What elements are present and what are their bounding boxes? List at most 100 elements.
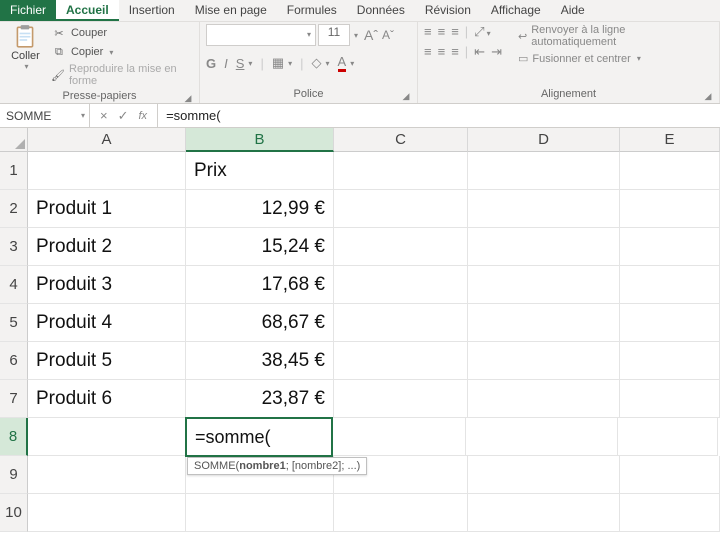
tab-view[interactable]: Affichage	[481, 0, 551, 21]
cell-E7[interactable]	[620, 380, 720, 418]
tab-data[interactable]: Données	[347, 0, 415, 21]
col-header-B[interactable]: B	[186, 128, 334, 152]
cell-C6[interactable]	[334, 342, 468, 380]
font-color-button[interactable]: A▾	[338, 54, 355, 72]
dialog-launcher-icon[interactable]: ◢	[401, 91, 411, 101]
cell-A7[interactable]: Produit 6	[28, 380, 186, 418]
align-top-icon[interactable]: ≡	[424, 24, 432, 40]
cell-A2[interactable]: Produit 1	[28, 190, 186, 228]
cell-A1[interactable]	[28, 152, 186, 190]
cell-E2[interactable]	[620, 190, 720, 228]
chevron-down-icon[interactable]: ▾	[354, 31, 358, 40]
formula-input[interactable]: =somme(	[158, 108, 720, 123]
cell-D9[interactable]	[468, 456, 620, 494]
cell-D7[interactable]	[468, 380, 620, 418]
cell-E8[interactable]	[618, 418, 718, 456]
align-left-icon[interactable]: ≡	[424, 44, 432, 60]
cell-D10[interactable]	[468, 494, 620, 532]
cell-A5[interactable]: Produit 4	[28, 304, 186, 342]
cell-C4[interactable]	[334, 266, 468, 304]
cell-B4[interactable]: 17,68 €	[186, 266, 334, 304]
col-header-C[interactable]: C	[334, 128, 468, 152]
cell-B6[interactable]: 38,45 €	[186, 342, 334, 380]
font-size-combo[interactable]: 11	[318, 24, 350, 46]
cell-D1[interactable]	[468, 152, 620, 190]
borders-button[interactable]: ▦▾	[272, 55, 292, 71]
indent-increase-icon[interactable]: ⇥	[491, 44, 502, 60]
align-bottom-icon[interactable]: ≡	[451, 24, 459, 40]
cell-A4[interactable]: Produit 3	[28, 266, 186, 304]
cell-C2[interactable]	[334, 190, 468, 228]
col-header-A[interactable]: A	[28, 128, 186, 152]
align-middle-icon[interactable]: ≡	[438, 24, 446, 40]
cell-B10[interactable]	[186, 494, 334, 532]
italic-button[interactable]: I	[224, 56, 228, 71]
cell-A3[interactable]: Produit 2	[28, 228, 186, 266]
cell-A8[interactable]	[28, 418, 186, 456]
cell-B7[interactable]: 23,87 €	[186, 380, 334, 418]
cell-C3[interactable]	[334, 228, 468, 266]
tab-insert[interactable]: Insertion	[119, 0, 185, 21]
row-header-7[interactable]: 7	[0, 380, 28, 418]
row-header-10[interactable]: 10	[0, 494, 28, 532]
row-header-4[interactable]: 4	[0, 266, 28, 304]
cell-A6[interactable]: Produit 5	[28, 342, 186, 380]
cell-D6[interactable]	[468, 342, 620, 380]
tab-help[interactable]: Aide	[551, 0, 595, 21]
cell-C1[interactable]	[334, 152, 468, 190]
fill-color-button[interactable]: ◇▾	[312, 55, 330, 71]
cell-E10[interactable]	[620, 494, 720, 532]
merge-center-button[interactable]: ▭ Fusionner et centrer ▾	[518, 52, 713, 65]
enter-formula-button[interactable]: ✓	[118, 108, 129, 124]
row-header-5[interactable]: 5	[0, 304, 28, 342]
cell-C10[interactable]	[334, 494, 468, 532]
row-header-3[interactable]: 3	[0, 228, 28, 266]
cell-A10[interactable]	[28, 494, 186, 532]
dialog-launcher-icon[interactable]: ◢	[183, 93, 193, 103]
bold-button[interactable]: G	[206, 56, 216, 71]
format-painter-button[interactable]: 🖌 Reproduire la mise en forme	[49, 62, 193, 88]
indent-decrease-icon[interactable]: ⇤	[474, 44, 485, 60]
cell-D8[interactable]	[466, 418, 618, 456]
tab-file[interactable]: Fichier	[0, 0, 56, 21]
cell-B2[interactable]: 12,99 €	[186, 190, 334, 228]
cell-B5[interactable]: 68,67 €	[186, 304, 334, 342]
align-center-icon[interactable]: ≡	[438, 44, 446, 60]
paste-button[interactable]: Coller ▾	[6, 24, 45, 71]
cell-D3[interactable]	[468, 228, 620, 266]
cell-D2[interactable]	[468, 190, 620, 228]
cancel-formula-button[interactable]: ×	[100, 108, 108, 123]
cell-D5[interactable]	[468, 304, 620, 342]
shrink-font-icon[interactable]: Aˇ	[382, 28, 394, 42]
cell-A9[interactable]	[28, 456, 186, 494]
row-header-8[interactable]: 8	[0, 418, 28, 456]
col-header-D[interactable]: D	[468, 128, 620, 152]
cut-button[interactable]: ✂ Couper	[49, 24, 193, 42]
cell-B8[interactable]: =somme( SOMME(nombre1; [nombre2]; ...)	[185, 417, 333, 457]
cell-B1[interactable]: Prix	[186, 152, 334, 190]
tab-layout[interactable]: Mise en page	[185, 0, 277, 21]
wrap-text-button[interactable]: ↩ Renvoyer à la ligne automatiquement	[518, 24, 713, 48]
grow-font-icon[interactable]: Aˆ	[364, 27, 378, 43]
cell-D4[interactable]	[468, 266, 620, 304]
dialog-launcher-icon[interactable]: ◢	[703, 91, 713, 101]
cell-C5[interactable]	[334, 304, 468, 342]
cell-E6[interactable]	[620, 342, 720, 380]
cell-E1[interactable]	[620, 152, 720, 190]
tab-review[interactable]: Révision	[415, 0, 481, 21]
cell-E3[interactable]	[620, 228, 720, 266]
row-header-1[interactable]: 1	[0, 152, 28, 190]
cell-E9[interactable]	[620, 456, 720, 494]
row-header-2[interactable]: 2	[0, 190, 28, 228]
col-header-E[interactable]: E	[620, 128, 720, 152]
row-header-6[interactable]: 6	[0, 342, 28, 380]
cell-C8[interactable]	[332, 418, 466, 456]
tab-formulas[interactable]: Formules	[277, 0, 347, 21]
row-header-9[interactable]: 9	[0, 456, 28, 494]
orientation-button[interactable]: ⤢▾	[474, 24, 490, 40]
cell-C7[interactable]	[334, 380, 468, 418]
cell-E5[interactable]	[620, 304, 720, 342]
align-right-icon[interactable]: ≡	[451, 44, 459, 60]
name-box[interactable]: SOMME ▾	[0, 104, 90, 127]
cell-B3[interactable]: 15,24 €	[186, 228, 334, 266]
